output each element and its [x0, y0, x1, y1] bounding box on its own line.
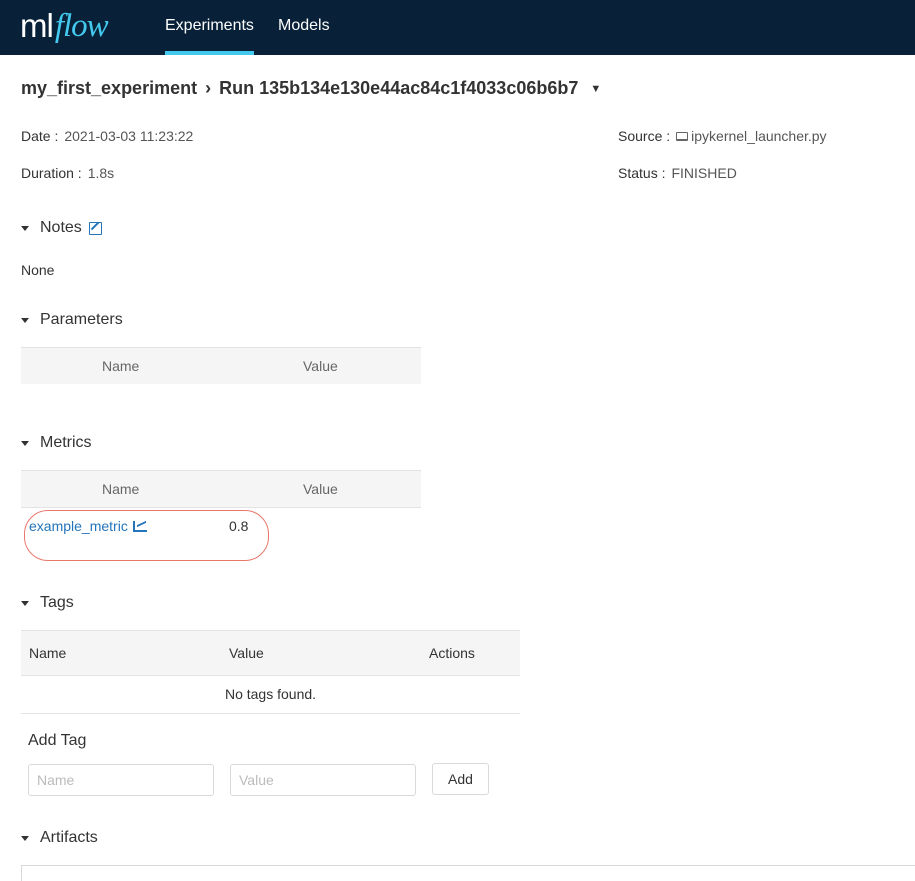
- logo-ml: ml: [20, 7, 54, 44]
- source-label: Source :: [618, 128, 671, 144]
- status-label: Status :: [618, 165, 666, 181]
- breadcrumb-experiment[interactable]: my_first_experiment: [21, 78, 197, 99]
- nav-models[interactable]: Models: [278, 17, 330, 35]
- column-header-value: Value: [229, 645, 264, 661]
- top-navbar: ml flow Experiments Models: [0, 0, 915, 55]
- column-header-name[interactable]: Name: [102, 481, 139, 497]
- nav-active-indicator: [165, 51, 254, 55]
- date-value: 2021-03-03 11:23:22: [64, 128, 194, 144]
- caret-down-icon: [21, 835, 29, 841]
- metrics-table-header: Name Value: [21, 470, 421, 508]
- date-label: Date :: [21, 128, 59, 144]
- artifacts-title: Artifacts: [40, 829, 98, 846]
- column-header-name[interactable]: Name: [102, 358, 139, 374]
- caret-down-icon: [21, 440, 29, 446]
- empty-tags-message: No tags found.: [21, 676, 520, 714]
- status-value: FINISHED: [671, 165, 737, 181]
- parameters-section-toggle[interactable]: Parameters: [21, 311, 123, 329]
- source-value: ipykernel_launcher.py: [691, 128, 827, 144]
- nav-experiments[interactable]: Experiments: [165, 17, 254, 35]
- tags-title: Tags: [40, 594, 74, 611]
- parameters-table-header: Name Value: [21, 347, 421, 384]
- caret-down-icon: [21, 600, 29, 606]
- column-header-name: Name: [29, 645, 67, 661]
- notes-section-toggle[interactable]: Notes: [21, 219, 102, 237]
- artifacts-section-toggle[interactable]: Artifacts: [21, 829, 98, 847]
- tags-section-toggle[interactable]: Tags: [21, 594, 74, 612]
- add-tag-title: Add Tag: [28, 732, 87, 749]
- caret-down-icon: [21, 317, 29, 323]
- column-header-actions: Actions: [429, 645, 475, 661]
- column-header-value[interactable]: Value: [303, 358, 338, 374]
- edit-icon[interactable]: [88, 221, 102, 235]
- metrics-title: Metrics: [40, 434, 92, 451]
- tag-name-input[interactable]: [28, 764, 214, 796]
- tags-table-header: Name Value Actions: [21, 630, 520, 676]
- duration-value: 1.8s: [87, 165, 115, 181]
- breadcrumb-run: Run 135b134e130e44ac84c1f4033c06b6b7: [219, 78, 579, 98]
- logo-flow: flow: [54, 7, 109, 44]
- caret-down-icon: [21, 225, 29, 231]
- notes-title: Notes: [40, 219, 82, 236]
- tag-value-input[interactable]: [230, 764, 416, 796]
- caret-down-icon[interactable]: ▼: [590, 83, 601, 95]
- laptop-icon: [676, 132, 689, 141]
- add-tag-button[interactable]: Add: [432, 763, 489, 795]
- duration-label: Duration :: [21, 165, 82, 181]
- chevron-right-icon: ›: [205, 78, 212, 98]
- mlflow-logo[interactable]: ml flow: [20, 4, 109, 48]
- source-meta: Source : ipykernel_launcher.py: [618, 128, 827, 144]
- metrics-section-toggle[interactable]: Metrics: [21, 434, 92, 452]
- duration-meta: Duration : 1.8s: [21, 165, 114, 181]
- date-meta: Date : 2021-03-03 11:23:22: [21, 128, 193, 144]
- notes-value: None: [21, 262, 55, 278]
- parameters-title: Parameters: [40, 311, 123, 328]
- highlight-annotation: [24, 510, 269, 561]
- artifacts-panel: [21, 865, 915, 881]
- column-header-value[interactable]: Value: [303, 481, 338, 497]
- breadcrumb: my_first_experiment › Run 135b134e130e44…: [21, 78, 601, 99]
- status-meta: Status : FINISHED: [618, 165, 737, 181]
